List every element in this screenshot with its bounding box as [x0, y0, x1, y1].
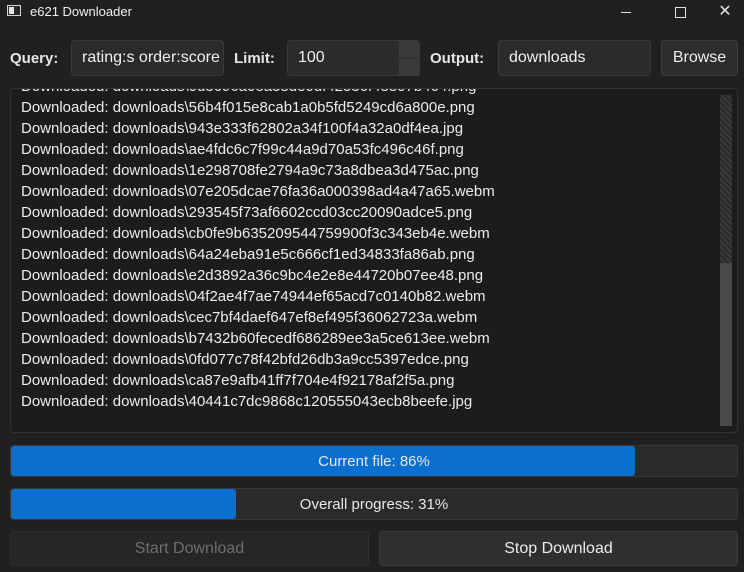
log-line: Downloaded: downloads\943e333f62802a34f1… [21, 120, 464, 137]
log-line: Downloaded: downloads\293545f73af6602ccd… [21, 204, 473, 221]
close-icon: ✕ [718, 3, 732, 20]
log-line: Downloaded: downloads\1e298708fe2794a9c7… [21, 162, 479, 179]
log-line: Downloaded: downloads\0fd077c78f42bfd26d… [21, 351, 469, 368]
log-line: Downloaded: downloads\cb0fe9b63520954475… [21, 225, 490, 242]
log-line: Downloaded: downloads\e2d3892a36c9bc4e2e… [21, 267, 484, 284]
log-line: Downloaded: downloads\04f2ae4f7ae74944ef… [21, 288, 486, 305]
log-scrollbar[interactable] [720, 95, 732, 426]
stop-download-button[interactable]: Stop Download [379, 531, 738, 566]
output-label: Output: [430, 50, 485, 67]
browse-button[interactable]: Browse [661, 40, 738, 76]
maximize-icon [674, 6, 686, 18]
log-scrollbar-thumb[interactable] [720, 263, 732, 426]
limit-label: Limit: [234, 50, 275, 67]
start-download-button[interactable]: Start Download [10, 531, 369, 566]
limit-value: 100 [298, 49, 325, 66]
limit-decrement-button[interactable] [399, 59, 419, 76]
overall-progress-text: Overall progress: 31% [299, 495, 449, 513]
current-file-progress: Current file: 86% [10, 445, 738, 477]
overall-progress: Overall progress: 31% [10, 488, 738, 520]
app-window-icon [7, 5, 21, 16]
log-line: Downloaded: downloads\56b4f015e8cab1a0b5… [21, 99, 475, 116]
window-title: e621 Downloader [30, 4, 132, 19]
log-lines: Downloaded: downloads\0d3696a0ea38de0df4… [21, 89, 495, 412]
maximize-button[interactable] [657, 0, 703, 24]
query-label: Query: [10, 50, 59, 67]
log-line: Downloaded: downloads\64a24eba91e5c666cf… [21, 246, 475, 263]
minimize-icon [621, 11, 631, 13]
log-line: Downloaded: downloads\cec7bf4daef647ef8e… [21, 309, 478, 326]
current-file-progress-text: Current file: 86% [318, 452, 430, 470]
query-input[interactable]: rating:s order:score [71, 40, 224, 76]
log-line: Downloaded: downloads\ca87e9afb41ff7f704… [21, 372, 455, 389]
minimize-button[interactable] [603, 0, 649, 24]
title-bar: e621 Downloader ✕ [0, 0, 744, 24]
log-line: Downloaded: downloads\0d3696a0ea38de0df4… [21, 89, 495, 97]
log-line: Downloaded: downloads\40441c7dc9868c1205… [21, 393, 473, 410]
limit-increment-button[interactable] [399, 41, 419, 58]
log-line: Downloaded: downloads\07e205dcae76fa36a0… [21, 183, 495, 200]
log-line: Downloaded: downloads\b7432b60fecedf6862… [21, 330, 490, 347]
close-button[interactable]: ✕ [702, 0, 744, 24]
download-log[interactable]: Downloaded: downloads\0d3696a0ea38de0df4… [10, 88, 738, 433]
output-input[interactable]: downloads [498, 40, 651, 76]
log-line: Downloaded: downloads\ae4fdc6c7f99c44a9d… [21, 141, 464, 158]
